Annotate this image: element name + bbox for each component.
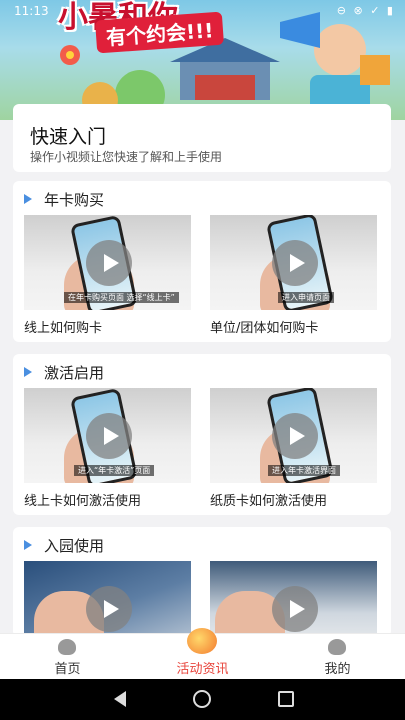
play-icon[interactable]	[86, 586, 132, 632]
section-title: 年卡购买	[44, 190, 105, 209]
video-thumbnail[interactable]: 进入申请页面	[210, 215, 377, 310]
status-time: 11:13	[14, 4, 49, 18]
home-face-icon	[58, 639, 76, 655]
video-caption[interactable]: 线上如何购卡	[24, 317, 102, 336]
play-icon[interactable]	[86, 240, 132, 286]
section-header: 年卡购买	[24, 189, 104, 209]
tab-activity-news[interactable]: 活动资讯	[135, 628, 270, 680]
profile-face-icon	[328, 639, 346, 655]
section-title: 激活启用	[44, 363, 105, 382]
status-icons: ⊖ ⊗ ✓ ▮	[336, 4, 395, 17]
section-marker-icon	[24, 367, 32, 377]
tab-home[interactable]: 首页	[0, 634, 135, 680]
tab-label: 活动资讯	[176, 662, 229, 677]
tab-label: 首页	[54, 662, 81, 677]
video-thumbnail[interactable]: 进入“年卡激活”页面	[24, 388, 191, 483]
back-icon[interactable]	[114, 691, 126, 707]
video-overlay-text: 进入申请页面	[278, 292, 334, 303]
home-icon[interactable]	[193, 690, 211, 708]
section-header: 入园使用	[24, 535, 104, 555]
bottom-tab-bar: 首页 活动资讯 我的	[0, 628, 405, 680]
play-icon[interactable]	[272, 413, 318, 459]
tab-label: 我的	[324, 662, 351, 677]
tab-mine[interactable]: 我的	[270, 634, 405, 680]
section-marker-icon	[24, 540, 32, 550]
video-thumbnail[interactable]: 进入年卡激活界面	[210, 388, 377, 483]
section-card-purchase: 年卡购买 在年卡购买页面 选择“线上卡” 线上如何购卡 进入申请页面 单位/团体…	[13, 181, 391, 342]
play-icon[interactable]	[272, 586, 318, 632]
quick-start-card: 快速入门 操作小视频让您快速了解和上手使用	[13, 104, 391, 172]
section-card-activation: 激活启用 进入“年卡激活”页面 线上卡如何激活使用 进入年卡激活界面 纸质卡如何…	[13, 354, 391, 515]
video-overlay-text: 在年卡购买页面 选择“线上卡”	[64, 292, 179, 303]
quick-start-subtitle: 操作小视频让您快速了解和上手使用	[30, 150, 223, 164]
activity-icon	[187, 628, 217, 654]
video-thumbnail[interactable]: 在年卡购买页面 选择“线上卡”	[24, 215, 191, 310]
section-title: 入园使用	[44, 536, 105, 555]
play-icon[interactable]	[86, 413, 132, 459]
video-overlay-text: 进入年卡激活界面	[268, 465, 340, 476]
play-icon[interactable]	[272, 240, 318, 286]
video-caption[interactable]: 纸质卡如何激活使用	[210, 490, 327, 509]
section-header: 激活启用	[24, 362, 104, 382]
system-nav-bar	[0, 679, 405, 720]
section-card-entry: 入园使用	[13, 527, 391, 656]
recent-apps-icon[interactable]	[278, 691, 294, 707]
video-overlay-text: 进入“年卡激活”页面	[74, 465, 155, 476]
quick-start-title: 快速入门	[30, 126, 107, 148]
video-caption[interactable]: 单位/团体如何购卡	[210, 317, 318, 336]
promo-banner[interactable]: 11:13 ⊖ ⊗ ✓ ▮ 小暑和你 有个约会!!!	[0, 0, 405, 120]
section-marker-icon	[24, 194, 32, 204]
video-caption[interactable]: 线上卡如何激活使用	[24, 490, 141, 509]
